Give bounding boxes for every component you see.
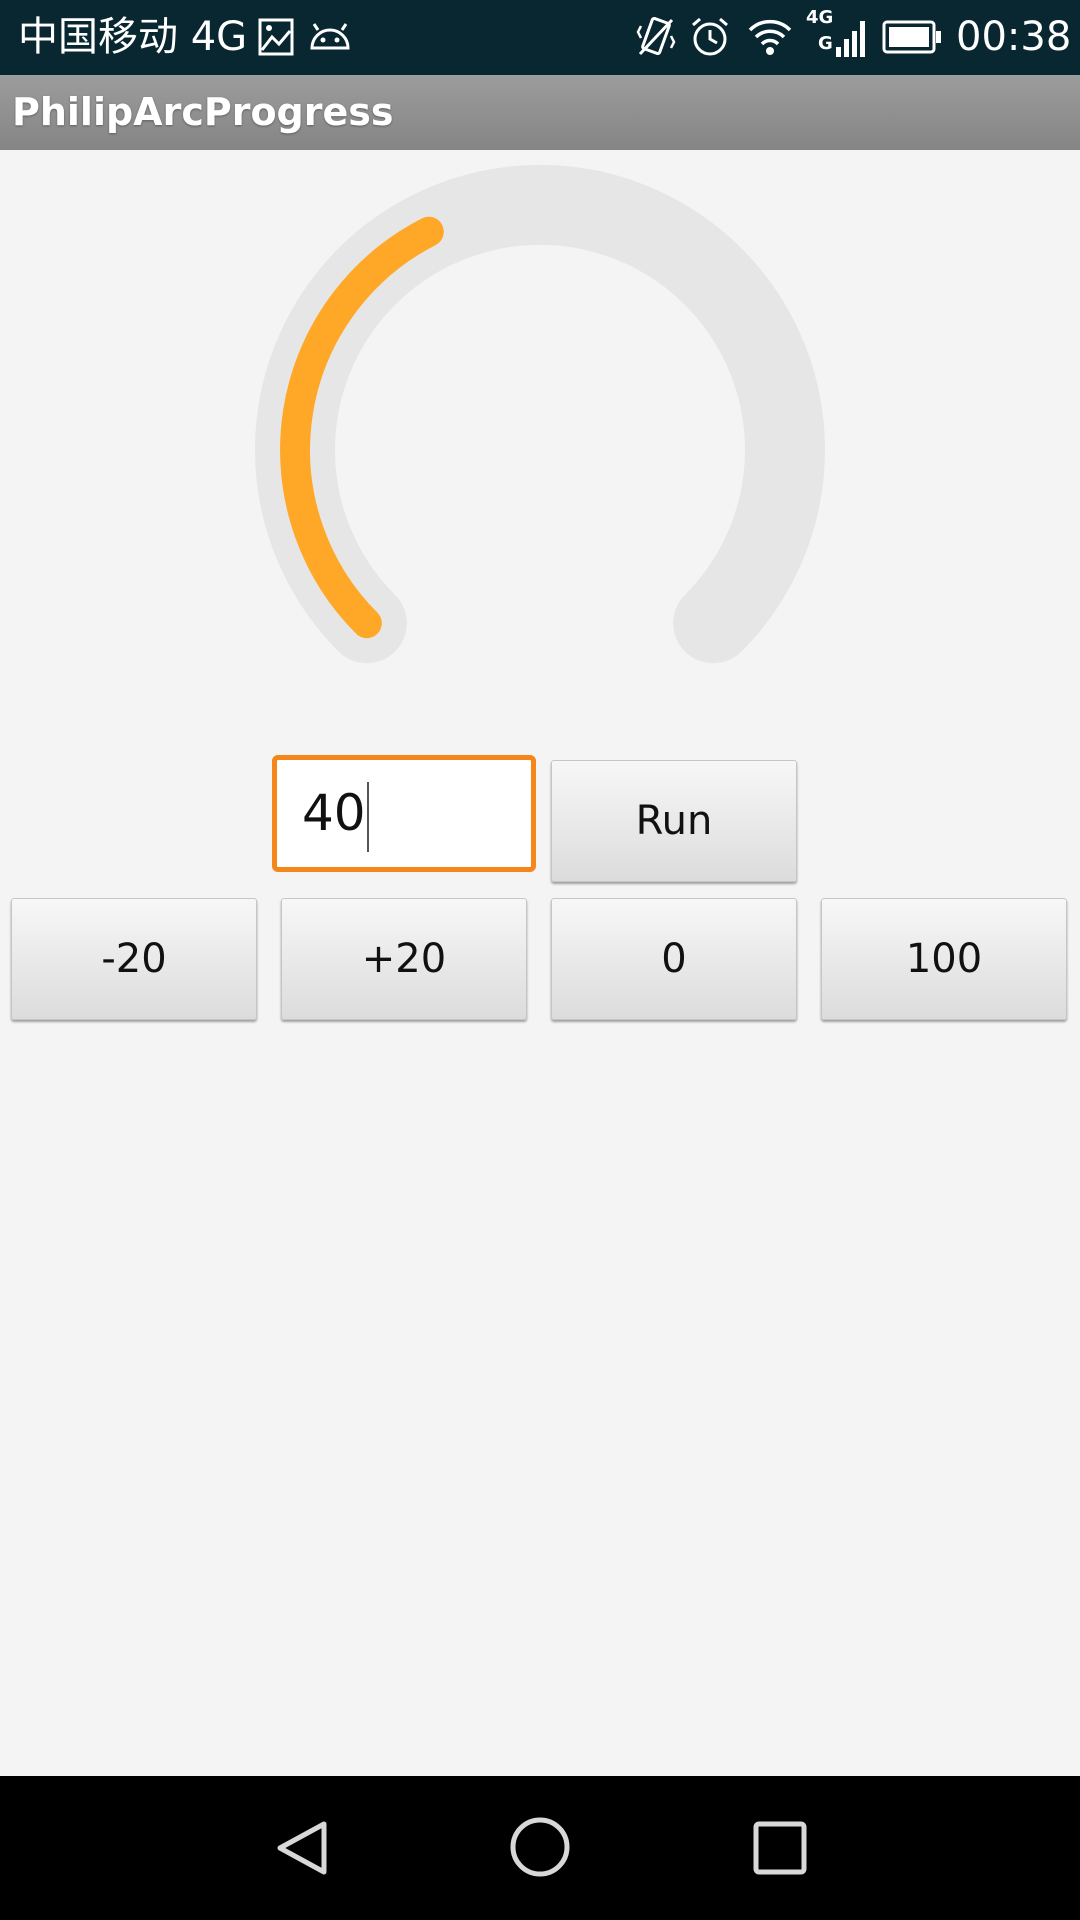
recents-icon[interactable] [752,1820,808,1880]
network-generation-label: G [818,33,833,54]
zero-button[interactable]: 0 [551,898,797,1020]
run-button[interactable]: Run [551,760,797,882]
text-cursor [366,781,369,852]
progress-value-input[interactable]: 40 [272,755,536,872]
arc-progress [255,165,825,664]
back-icon[interactable] [272,1818,332,1882]
home-icon[interactable] [509,1816,571,1882]
carrier-label: 中国移动 4G [18,14,248,60]
plus-20-button[interactable]: +20 [281,898,527,1020]
content-area: 40 Run -20 +20 0 100 [0,150,1080,1776]
navigation-bar [0,1776,1080,1920]
hundred-button[interactable]: 100 [821,898,1067,1020]
alarm-icon [690,16,730,62]
vibrate-icon [636,14,676,64]
status-bar: 中国移动 4G 4G G 00:38 [0,0,1080,75]
battery-icon [882,19,942,59]
signal-icon [836,15,868,65]
gallery-icon [257,17,295,61]
network-type-label: 4G [806,7,834,28]
app-title: PhilipArcProgress [12,90,394,134]
wifi-icon [747,15,793,61]
minus-20-button[interactable]: -20 [11,898,257,1020]
clock: 00:38 [956,14,1072,60]
android-icon [308,22,352,56]
progress-value-text: 40 [302,784,366,842]
app-bar: PhilipArcProgress [0,75,1080,150]
